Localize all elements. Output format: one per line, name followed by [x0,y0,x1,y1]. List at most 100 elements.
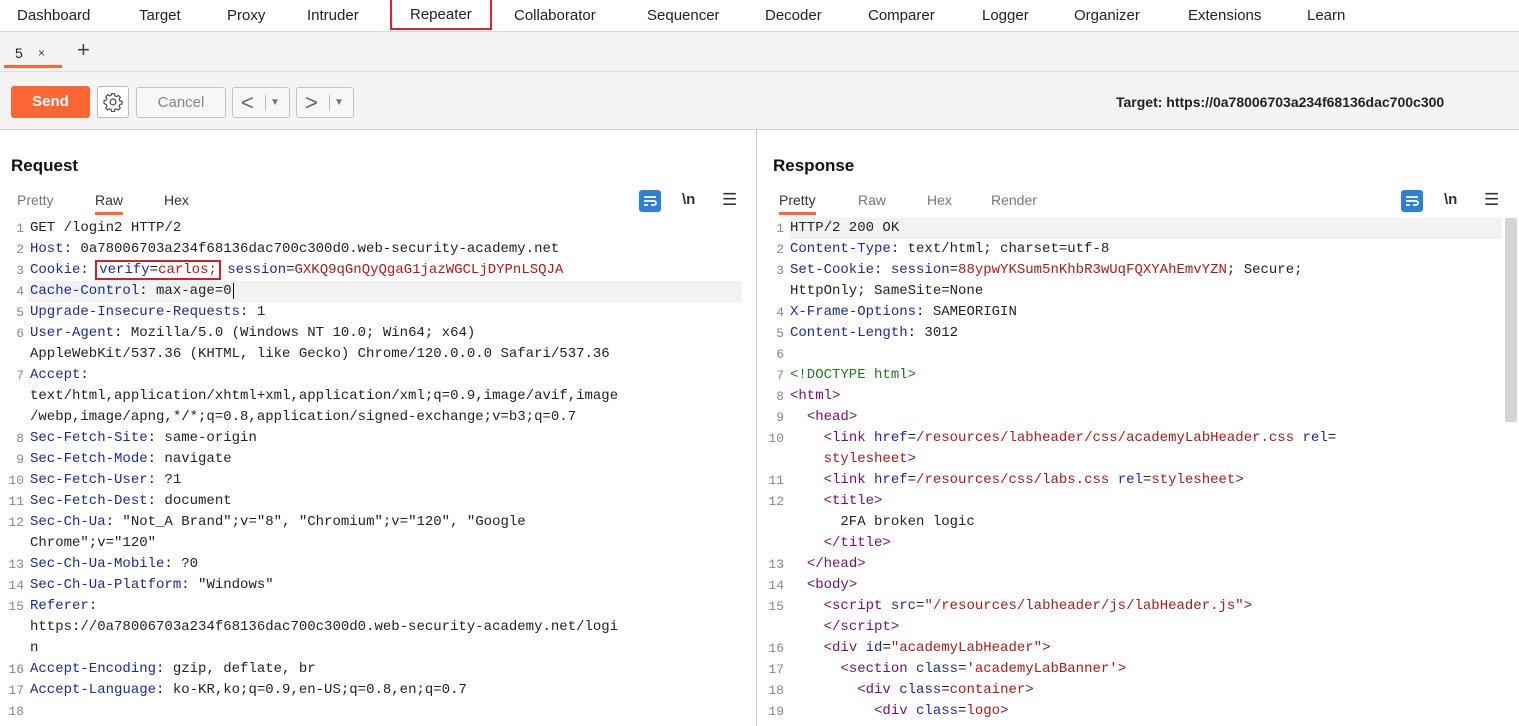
code-text: Content-Length: 3012 [790,325,959,341]
line-number: 8 [776,389,784,404]
line-number: 11 [768,473,784,488]
nav-proxy[interactable]: Proxy [227,0,265,31]
code-text: Cache-Control: max-age=0 [30,283,234,299]
code-line: 10 <link href=/resources/labheader/css/a… [758,428,1503,449]
target-url[interactable]: Target: https://0a78006703a234f68136dac7… [1116,94,1444,110]
code-text: <div class=logo> [874,703,1009,719]
line-number: 12 [8,515,24,530]
code-text: <div class=container> [857,682,1034,698]
wrap-icon[interactable] [1401,190,1423,212]
line-number: 2 [776,242,784,257]
close-icon[interactable]: × [38,46,45,60]
line-number: 12 [768,494,784,509]
dropdown-icon[interactable]: ▼ [334,97,344,108]
code-text: <link href=/resources/labheader/css/acad… [823,430,1337,446]
tab-raw[interactable]: Raw [858,192,886,208]
response-editor[interactable]: 1 HTTP/2 200 OK 2 Content-Type: text/html; … [758,218,1503,726]
separator [265,94,266,111]
wrap-icon[interactable] [639,190,661,212]
menu-icon[interactable]: ☰ [722,190,737,210]
tab-hex[interactable]: Hex [927,192,952,208]
code-text: Set-Cookie: session=88ypwYKSum5nKhbR3wUq… [790,262,1303,278]
code-line: 4 X-Frame-Options: SAMEORIGIN [758,302,1503,323]
line-number: 18 [768,683,784,698]
nav-extensions[interactable]: Extensions [1188,0,1261,31]
request-title: Request [11,156,79,175]
line-number: 10 [8,473,24,488]
request-editor[interactable]: 1 GET /login2 HTTP/2 2 Host: 0a78006703a234… [0,218,757,726]
code-text: Sec-Ch-Ua-Mobile: ?0 [30,556,199,572]
nav-learn[interactable]: Learn [1307,0,1345,31]
nav-dashboard[interactable]: Dashboard [17,0,90,31]
settings-button[interactable] [97,86,129,118]
tab-render[interactable]: Render [991,192,1037,208]
code-text: Sec-Ch-Ua-Platform: "Windows" [30,577,274,593]
nav-collaborator[interactable]: Collaborator [514,0,596,31]
newline-icon[interactable]: \n [1444,191,1457,208]
tab-raw[interactable]: Raw [95,192,124,215]
highlighted-cookie: verify=carlos; [95,260,221,280]
history-back-button[interactable]: < ▼ [232,87,290,118]
code-line: /webp,image/apng,*/*;q=0.8,application/s… [0,407,757,428]
code-line: 13 </head> [758,554,1503,575]
chevron-right-icon: > [305,89,318,115]
line-number: 3 [16,263,24,278]
line-number: 13 [8,557,24,572]
chevron-left-icon: < [241,89,254,115]
history-forward-button[interactable]: > ▼ [296,87,354,118]
send-button[interactable]: Send [11,86,90,118]
response-view-icons: \n ☰ [1401,190,1511,212]
code-line: https://0a78006703a234f68136dac700c300d0… [0,617,757,638]
code-text: /webp,image/apng,*/*;q=0.8,application/s… [30,409,577,425]
code-text: HTTP/2 200 OK [790,220,900,236]
dropdown-icon[interactable]: ▼ [270,97,280,108]
nav-organizer[interactable]: Organizer [1074,0,1140,31]
code-line: 9 <head> [758,407,1503,428]
response-scrollbar[interactable] [1505,218,1517,422]
line-number: 17 [8,683,24,698]
code-line: HttpOnly; SameSite=None [758,281,1503,302]
plus-icon[interactable]: + [77,37,90,63]
code-text: Accept-Encoding: gzip, deflate, br [30,661,316,677]
code-text: AppleWebKit/537.36 (KHTML, like Gecko) C… [30,346,610,362]
newline-icon[interactable]: \n [682,191,695,208]
nav-comparer[interactable]: Comparer [868,0,935,31]
code-line: Chrome";v="120" [0,533,757,554]
code-text: Chrome";v="120" [30,535,157,551]
code-text: GET /login2 HTTP/2 [30,220,182,236]
nav-logger[interactable]: Logger [982,0,1029,31]
code-text: <div id="academyLabHeader"> [823,640,1051,656]
toolbar: Send Cancel < ▼ > ▼ Target: https://0a78… [0,72,1519,130]
tab-pretty[interactable]: Pretty [779,192,816,215]
code-line: 6 [758,344,1503,365]
nav-repeater[interactable]: Repeater [390,0,492,30]
nav-sequencer[interactable]: Sequencer [647,0,720,31]
nav-target[interactable]: Target [139,0,181,31]
repeater-tab[interactable]: 5 × [4,36,62,68]
nav-intruder[interactable]: Intruder [307,0,359,31]
code-line: 15 <script src="/resources/labheader/js/… [758,596,1503,617]
cancel-button[interactable]: Cancel [136,87,226,118]
code-line: </script> [758,617,1503,638]
code-text: Sec-Fetch-Dest: document [30,493,232,509]
top-nav: Dashboard Target Proxy Intruder Repeater… [0,0,1519,32]
request-panel: Request Pretty Raw Hex \n ☰ 1 GET /login2… [0,130,757,726]
repeater-tab-strip: 5 × + [0,32,1519,72]
code-text: X-Frame-Options: SAMEORIGIN [790,304,1017,320]
code-text: User-Agent: Mozilla/5.0 (Windows NT 10.0… [30,325,476,341]
menu-icon[interactable]: ☰ [1484,190,1499,210]
code-line: 1 GET /login2 HTTP/2 [0,218,757,239]
code-line: 12 <title> [758,491,1503,512]
tab-hex[interactable]: Hex [164,192,189,208]
code-line: 8 <html> [758,386,1503,407]
code-text: https://0a78006703a234f68136dac700c300d0… [30,619,619,635]
line-number: 13 [768,557,784,572]
tab-pretty[interactable]: Pretty [17,192,54,208]
code-line: 3 Set-Cookie: session=88ypwYKSum5nKhbR3wU… [758,260,1503,281]
code-line: 15 Referer: [0,596,757,617]
code-line: 2FA broken logic [758,512,1503,533]
nav-decoder[interactable]: Decoder [765,0,822,31]
code-line: 7 <!DOCTYPE html> [758,365,1503,386]
line-number: 16 [8,662,24,677]
code-text: Accept-Language: ko-KR,ko;q=0.9,en-US;q=… [30,682,467,698]
